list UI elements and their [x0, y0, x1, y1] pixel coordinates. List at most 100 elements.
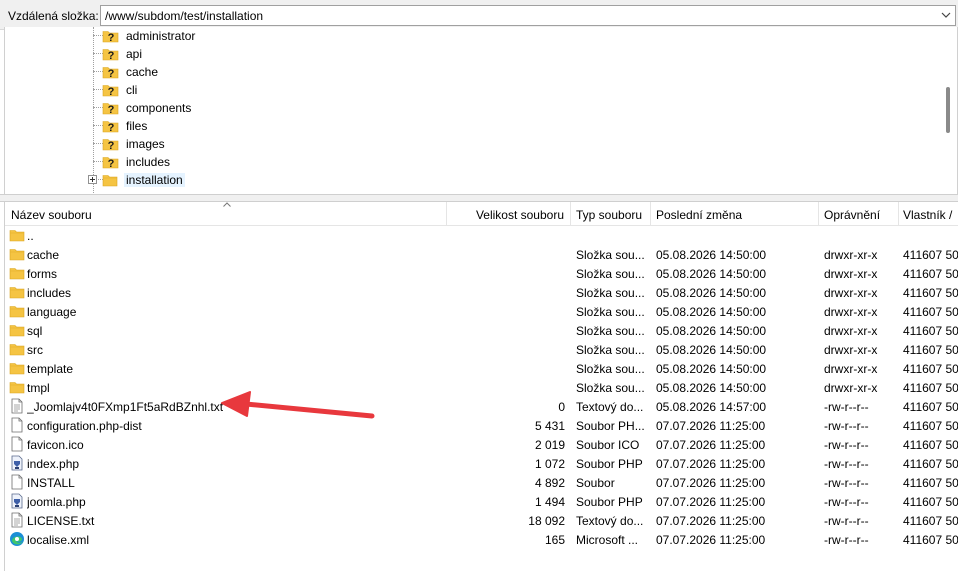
- tree-item-administrator[interactable]: ? administrator: [5, 27, 935, 45]
- remote-path-label: Vzdálená složka:: [8, 9, 99, 23]
- file-perms-cell: -rw-r--r--: [824, 457, 869, 471]
- remote-file-list[interactable]: Název souboru Velikost souboru Typ soubo…: [4, 202, 958, 571]
- file-icon: [9, 417, 25, 433]
- file-modified-cell: 07.07.2026 11:25:00: [656, 438, 766, 452]
- svg-text:?: ?: [108, 158, 115, 170]
- tree-item-label[interactable]: components: [124, 101, 193, 115]
- remote-path-value[interactable]: /www/subdom/test/installation: [105, 9, 263, 23]
- file-size-cell: 18 092: [528, 514, 565, 528]
- file-row[interactable]: _Joomlajv4t0FXmp1Ft5aRdBZnhl.txt 0 Textový…: [5, 397, 958, 416]
- file-perms-cell: -rw-r--r--: [824, 476, 869, 490]
- tree-item-components[interactable]: ? components: [5, 99, 935, 117]
- file-owner-cell: 411607 50(: [903, 438, 958, 452]
- file-row[interactable]: localise.xml 165 Microsoft ... 07.07.2026 1…: [5, 530, 958, 549]
- column-owner-label: Vlastník /: [903, 208, 953, 222]
- file-perms-cell: -rw-r--r--: [824, 533, 869, 547]
- tree-item-installation[interactable]: installation: [5, 171, 935, 189]
- file-type-cell: Složka sou...: [576, 305, 645, 319]
- file-row[interactable]: configuration.php-dist 5 431 Soubor PH... 0…: [5, 416, 958, 435]
- tree-item-label[interactable]: api: [124, 47, 144, 61]
- file-modified-cell: 07.07.2026 11:25:00: [656, 476, 766, 490]
- file-type-cell: Soubor PH...: [576, 419, 645, 433]
- file-owner-cell: 411607 50(: [903, 362, 958, 376]
- tree-item-label[interactable]: administrator: [124, 29, 197, 43]
- tree-item-label[interactable]: cli: [124, 83, 139, 97]
- file-owner-cell: 411607 50(: [903, 267, 958, 281]
- remote-path-combobox[interactable]: /www/subdom/test/installation: [100, 5, 956, 26]
- file-modified-cell: 05.08.2026 14:57:00: [656, 400, 767, 414]
- column-header-size[interactable]: Velikost souboru: [447, 202, 571, 226]
- svg-text:?: ?: [108, 86, 115, 98]
- tree-item-api[interactable]: ? api: [5, 45, 935, 63]
- file-row[interactable]: joomla.php 1 494 Soubor PHP 07.07.2026 11:2…: [5, 492, 958, 511]
- column-header-modified[interactable]: Poslední změna: [651, 202, 819, 226]
- file-type-cell: Složka sou...: [576, 381, 645, 395]
- file-type-cell: Soubor: [576, 476, 615, 490]
- tree-scrollbar[interactable]: [940, 27, 957, 194]
- remote-path-bar: Vzdálená složka: /www/subdom/test/instal…: [0, 0, 958, 30]
- file-perms-cell: -rw-r--r--: [824, 438, 869, 452]
- file-row[interactable]: LICENSE.txt 18 092 Textový do... 07.07.2026…: [5, 511, 958, 530]
- tree-expand-icon[interactable]: [88, 175, 97, 184]
- file-name-cell: forms: [27, 267, 57, 281]
- file-perms-cell: drwxr-xr-x: [824, 267, 878, 281]
- tree-item-images[interactable]: ? images: [5, 135, 935, 153]
- file-modified-cell: 05.08.2026 14:50:00: [656, 324, 767, 338]
- folder-icon: [9, 322, 25, 338]
- file-row[interactable]: sql Složka sou... 05.08.2026 14:50:00 drwxr…: [5, 321, 958, 340]
- tree-item-cli[interactable]: ? cli: [5, 81, 935, 99]
- file-icon: [9, 436, 25, 452]
- file-owner-cell: 411607 50(: [903, 514, 958, 528]
- file-row[interactable]: includes Složka sou... 05.08.2026 14:50:00…: [5, 283, 958, 302]
- file-row[interactable]: index.php 1 072 Soubor PHP 07.07.2026 11:25…: [5, 454, 958, 473]
- file-modified-cell: 05.08.2026 14:50:00: [656, 286, 767, 300]
- file-row[interactable]: tmpl Složka sou... 05.08.2026 14:50:00 drwx…: [5, 378, 958, 397]
- tree-item-files[interactable]: ? files: [5, 117, 935, 135]
- file-row[interactable]: src Složka sou... 05.08.2026 14:50:00 drwxr…: [5, 340, 958, 359]
- tree-item-includes[interactable]: ? includes: [5, 153, 935, 171]
- file-size-cell: 4 892: [534, 476, 565, 490]
- tree-item-label[interactable]: installation: [124, 173, 185, 187]
- column-header-permissions[interactable]: Oprávnění: [819, 202, 899, 226]
- file-row[interactable]: language Složka sou... 05.08.2026 14:50:00…: [5, 302, 958, 321]
- tree-item-cache[interactable]: ? cache: [5, 63, 935, 81]
- remote-directory-tree[interactable]: ? administrator? api? cache? cli? components?…: [4, 27, 958, 194]
- folder-icon: [9, 284, 25, 300]
- file-row[interactable]: INSTALL 4 892 Soubor 07.07.2026 11:25:00 -rw…: [5, 473, 958, 492]
- tree-item-label[interactable]: cache: [124, 65, 160, 79]
- file-row[interactable]: template Složka sou... 05.08.2026 14:50:00…: [5, 359, 958, 378]
- svg-text:?: ?: [108, 140, 115, 152]
- file-row[interactable]: ..: [5, 226, 958, 245]
- tree-item-label[interactable]: files: [124, 119, 149, 133]
- file-name-cell: template: [27, 362, 74, 376]
- chevron-down-icon[interactable]: [941, 9, 951, 21]
- file-row[interactable]: cache Složka sou... 05.08.2026 14:50:00 drw…: [5, 245, 958, 264]
- file-type-cell: Složka sou...: [576, 267, 645, 281]
- tree-item-label[interactable]: images: [124, 137, 167, 151]
- column-header-owner[interactable]: Vlastník /: [899, 202, 958, 226]
- text-file-icon: [9, 398, 25, 414]
- file-modified-cell: 05.08.2026 14:50:00: [656, 267, 767, 281]
- file-modified-cell: 07.07.2026 11:25:00: [656, 533, 766, 547]
- file-perms-cell: drwxr-xr-x: [824, 381, 878, 395]
- tree-scrollbar-thumb[interactable]: [946, 87, 950, 133]
- file-perms-cell: drwxr-xr-x: [824, 286, 878, 300]
- column-header-type[interactable]: Typ souboru: [571, 202, 651, 226]
- file-row[interactable]: favicon.ico 2 019 Soubor ICO 07.07.2026 11:…: [5, 435, 958, 454]
- file-name-cell: localise.xml: [27, 533, 90, 547]
- file-owner-cell: 411607 50(: [903, 457, 958, 471]
- file-owner-cell: 411607 50(: [903, 381, 958, 395]
- file-size-cell: 5 431: [534, 419, 565, 433]
- sort-ascending-icon: [223, 202, 231, 207]
- folder-icon: [9, 360, 25, 376]
- svg-text:?: ?: [108, 104, 115, 116]
- file-row[interactable]: forms Složka sou... 05.08.2026 14:50:00 drw…: [5, 264, 958, 283]
- file-perms-cell: drwxr-xr-x: [824, 248, 878, 262]
- unknown-folder-icon: ?: [102, 82, 120, 98]
- file-owner-cell: 411607 50(: [903, 324, 958, 338]
- file-modified-cell: 07.07.2026 11:25:00: [656, 457, 766, 471]
- file-modified-cell: 05.08.2026 14:50:00: [656, 305, 767, 319]
- file-modified-cell: 05.08.2026 14:50:00: [656, 381, 767, 395]
- pane-splitter[interactable]: [0, 194, 958, 202]
- tree-item-label[interactable]: includes: [124, 155, 172, 169]
